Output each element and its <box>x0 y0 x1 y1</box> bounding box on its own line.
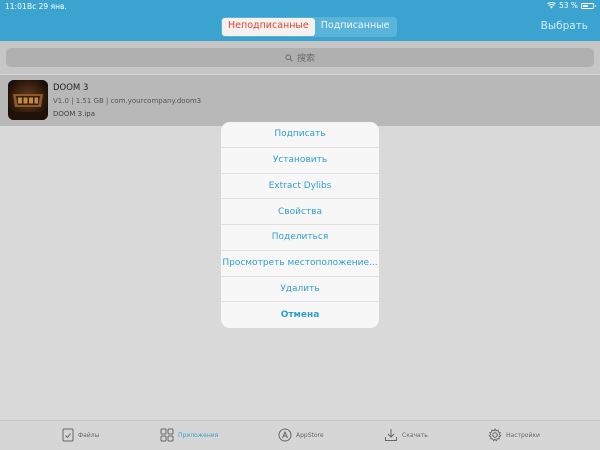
segmented-control: Неподписанные Подписанные <box>221 17 397 37</box>
status-bar: 11:01 Вс 29 янв. 53 % <box>0 0 600 12</box>
appstore-icon <box>278 428 292 442</box>
action-view-location[interactable]: Просмотреть местоположение... <box>221 251 379 277</box>
tab-settings-label: Настройки <box>506 431 540 439</box>
tab-files-label: Файлы <box>78 431 100 439</box>
battery-percent: 53 % <box>558 1 578 10</box>
select-button[interactable]: Выбрать <box>541 20 588 32</box>
gear-icon <box>488 428 502 442</box>
segment-signed[interactable]: Подписанные <box>315 18 396 36</box>
search-area: 搜索 <box>0 41 600 74</box>
apps-grid-icon <box>160 428 174 442</box>
tab-appstore-label: AppStore <box>296 431 324 439</box>
action-sign[interactable]: Подписать <box>221 122 379 148</box>
action-cancel[interactable]: Отмена <box>221 302 379 328</box>
action-share[interactable]: Поделиться <box>221 225 379 251</box>
app-meta: V1.0 | 1.51 GB | com.yourcompany.doom3 <box>53 97 202 105</box>
folder-icon <box>62 428 74 442</box>
app-file-name: DOOM 3.ipa <box>53 110 96 118</box>
battery-icon <box>581 2 596 9</box>
tab-settings[interactable]: Настройки <box>488 428 540 442</box>
tab-bar: Файлы Приложения AppStore Скачать Настро… <box>0 420 600 450</box>
navigation-bar: 11:01 Вс 29 янв. 53 % Неподписанные Подп… <box>0 0 600 41</box>
search-placeholder: 搜索 <box>296 54 315 64</box>
wifi-icon <box>547 2 556 9</box>
list-item[interactable]: DOOM 3 V1.0 | 1.51 GB | com.yourcompany.… <box>0 75 600 126</box>
tab-download-label: Скачать <box>402 431 428 439</box>
action-delete[interactable]: Удалить <box>221 277 379 303</box>
action-install[interactable]: Установить <box>221 148 379 174</box>
tab-download[interactable]: Скачать <box>384 428 428 442</box>
tab-apps-label: Приложения <box>178 431 219 439</box>
status-right: 53 % <box>547 1 596 10</box>
tab-files[interactable]: Файлы <box>62 428 99 442</box>
segment-unsigned[interactable]: Неподписанные <box>222 18 315 36</box>
status-date: Вс 29 янв. <box>27 2 67 11</box>
status-time: 11:01 <box>5 2 27 11</box>
download-icon <box>385 429 397 441</box>
tab-appstore[interactable]: AppStore <box>278 428 324 442</box>
tab-apps[interactable]: Приложения <box>160 428 218 442</box>
action-extract-dylibs[interactable]: Extract Dylibs <box>221 174 379 200</box>
doom-app-icon <box>8 80 48 120</box>
action-sheet: Подписать Установить Extract Dylibs Свой… <box>221 122 379 328</box>
action-properties[interactable]: Свойства <box>221 199 379 225</box>
app-title: DOOM 3 <box>53 83 89 93</box>
search-icon <box>285 53 293 62</box>
search-input[interactable]: 搜索 <box>6 48 594 67</box>
